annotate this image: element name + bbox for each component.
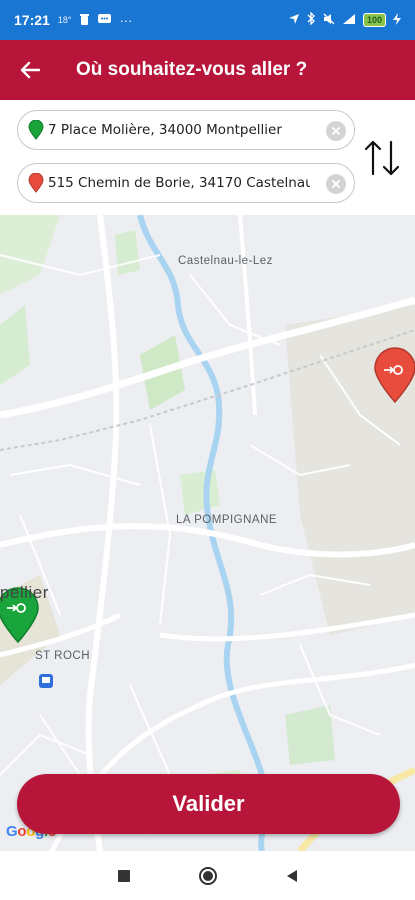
map-canvas	[0, 215, 415, 851]
destination-input[interactable]	[48, 175, 310, 191]
status-bar: 17:21 18° ··· 100	[0, 0, 415, 40]
back-arrow-icon[interactable]	[0, 40, 60, 100]
map-label-montpellier: pellier	[0, 583, 49, 602]
location-icon	[288, 13, 300, 28]
recent-apps-button[interactable]	[113, 865, 135, 887]
origin-input[interactable]	[48, 122, 310, 138]
map-label-pompignane: LA POMPIGNANE	[176, 514, 278, 526]
validate-button[interactable]: Valider	[17, 774, 400, 834]
clear-destination-button[interactable]	[326, 174, 346, 194]
origin-field[interactable]	[17, 110, 355, 150]
more-notifications-icon: ···	[119, 12, 133, 28]
origin-pin-icon	[28, 119, 44, 140]
map-label-castelnau: Castelnau-le-Lez	[178, 255, 273, 267]
charging-icon	[393, 12, 401, 28]
home-button[interactable]	[197, 865, 219, 887]
back-nav-button[interactable]	[281, 865, 303, 887]
bluetooth-icon	[307, 11, 316, 28]
status-time: 17:21	[14, 12, 50, 28]
route-search-panel	[0, 100, 415, 215]
swap-arrows-icon	[364, 140, 400, 176]
map-label-st-roch: ST ROCH	[35, 650, 91, 662]
trash-icon	[79, 13, 90, 28]
battery-indicator: 100	[362, 13, 386, 27]
swap-direction-button[interactable]	[358, 130, 406, 186]
app-bar: Où souhaitez-vous aller ?	[0, 40, 415, 100]
clear-origin-button[interactable]	[326, 121, 346, 141]
signal-icon	[342, 13, 356, 28]
map-view[interactable]: Castelnau-le-Lez LA POMPIGNANE pellier S…	[0, 215, 415, 851]
transit-station-icon	[39, 674, 53, 688]
status-temperature: 18°	[57, 15, 72, 25]
destination-field[interactable]	[17, 163, 355, 203]
destination-pin-icon	[28, 172, 44, 193]
mute-icon	[323, 13, 335, 28]
page-title: Où souhaitez-vous aller ?	[76, 59, 308, 80]
message-icon	[98, 13, 112, 28]
system-nav-bar	[0, 851, 415, 900]
